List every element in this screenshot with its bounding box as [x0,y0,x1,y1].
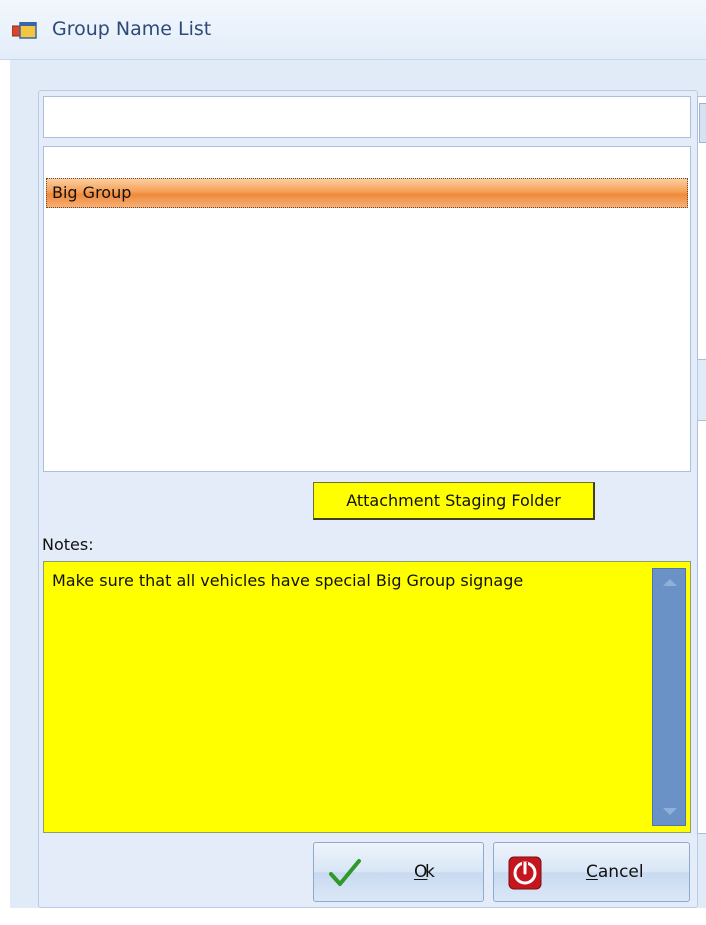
side-panel-top-edge [697,96,706,360]
ok-button-label: k [425,862,435,882]
attachment-staging-folder-button[interactable]: Attachment Staging Folder [313,482,595,520]
side-panel-bottom-edge [697,420,706,834]
group-name-list-window: Group Name List Big Group Attachment Sta… [0,0,706,925]
window-title: Group Name List [52,18,212,40]
cancel-button-label: Cancel [586,862,644,882]
cancel-button[interactable]: Cancel [493,842,690,902]
cancel-button-mnemonic: C [586,862,598,882]
window-app-icon [12,22,37,39]
notes-textarea[interactable]: Make sure that all vehicles have special… [43,561,691,833]
list-item-selected[interactable]: Big Group [46,178,688,208]
notes-label: Notes: [42,535,94,554]
notes-scrollbar[interactable] [652,568,686,826]
cancel-button-rest: ancel [597,862,644,882]
scroll-up-arrow-icon[interactable] [663,579,677,586]
scroll-down-arrow-icon[interactable] [663,808,677,815]
side-panel-handle[interactable] [699,103,706,143]
ok-button[interactable]: O k [313,842,484,902]
search-input[interactable] [43,96,691,138]
title-bar: Group Name List [0,0,706,60]
group-list[interactable]: Big Group [43,146,691,472]
notes-text[interactable]: Make sure that all vehicles have special… [52,570,650,592]
stop-icon [508,856,542,890]
checkmark-icon [329,859,361,886]
